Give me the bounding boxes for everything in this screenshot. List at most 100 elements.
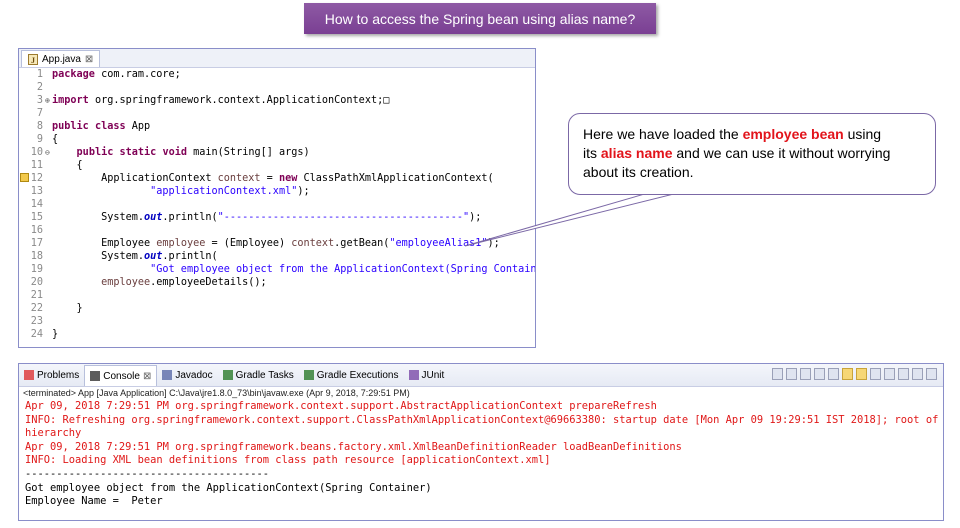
code-token: import	[52, 95, 89, 106]
terminate-icon[interactable]	[772, 368, 783, 380]
line-number: 12	[30, 173, 43, 184]
code-line[interactable]: 15 System.out.println("-----------------…	[19, 211, 535, 224]
line-number: 1	[36, 69, 43, 80]
open-console-icon[interactable]	[912, 368, 923, 380]
code-line[interactable]: 23	[19, 315, 535, 328]
show-on-error-icon[interactable]	[870, 368, 881, 380]
line-number: 20	[30, 277, 43, 288]
code-line[interactable]: 7	[19, 107, 535, 120]
code-token: main(String[] args)	[187, 147, 310, 158]
code-token: System.	[52, 251, 145, 262]
console-output[interactable]: Apr 09, 2018 7:29:51 PM org.springframew…	[19, 400, 943, 509]
tab-label: Gradle Tasks	[235, 369, 294, 381]
code-token: Employee	[52, 238, 157, 249]
code-token: );	[297, 186, 310, 197]
code-line[interactable]: 12 ApplicationContext context = new Clas…	[19, 172, 535, 185]
code-text: System.out.println(	[52, 250, 218, 263]
console-icon	[90, 371, 101, 381]
code-line[interactable]: 14	[19, 198, 535, 211]
code-token: = (Employee)	[205, 238, 292, 249]
pin-console-icon[interactable]	[884, 368, 895, 380]
console-view[interactable]: Problems Console ⊠ Javadoc Gradle Tasks Gradl…	[18, 363, 944, 521]
code-token: out	[144, 251, 163, 262]
scroll-lock-icon[interactable]	[828, 368, 839, 380]
code-line[interactable]: 9{	[19, 133, 535, 146]
line-number: 16	[30, 225, 43, 236]
code-text: {	[52, 159, 83, 172]
console-tab-bar: Problems Console ⊠ Javadoc Gradle Tasks Gradl…	[19, 364, 943, 387]
line-number: 24	[30, 329, 43, 340]
console-line: Apr 09, 2018 7:29:51 PM org.springframew…	[25, 400, 657, 412]
javadoc-icon	[162, 370, 173, 380]
junit-icon	[408, 370, 419, 380]
console-line: ---------------------------------------	[25, 467, 269, 480]
tab-label: Problems	[37, 369, 80, 381]
code-area[interactable]: 1 package com.ram.core; 2 3 ⊕ import org.spri…	[19, 68, 535, 347]
code-line[interactable]: 8 public class App	[19, 120, 535, 133]
view-menu-icon[interactable]	[926, 368, 937, 380]
tab-javadoc[interactable]: Javadoc	[157, 365, 217, 385]
console-line: hierarchy	[25, 427, 82, 440]
remove-all-icon[interactable]	[800, 368, 811, 380]
callout-highlight: employee bean	[742, 126, 844, 142]
code-token: employee	[156, 238, 206, 249]
code-token: class	[94, 121, 126, 132]
line-number: 19	[30, 264, 43, 275]
code-token: out	[144, 212, 163, 223]
code-token: {	[52, 160, 83, 171]
code-line[interactable]: 2	[19, 81, 535, 94]
banner-title: How to access the Spring bean using alia…	[324, 10, 636, 27]
code-text: ApplicationContext context = new ClassPa…	[52, 172, 494, 185]
code-line[interactable]: 16	[19, 224, 535, 237]
code-line[interactable]: 17 Employee employee = (Employee) contex…	[19, 237, 535, 250]
tab-label: Javadoc	[175, 369, 213, 381]
code-line[interactable]: 18 System.out.println(	[19, 250, 535, 263]
code-line[interactable]: 21	[19, 289, 535, 302]
tab-junit[interactable]: JUnit	[404, 365, 450, 385]
code-token: org.springframework.context.ApplicationC…	[88, 95, 384, 106]
code-text: "Got employee object from the Applicatio…	[52, 263, 535, 276]
code-line[interactable]: 20 employee.employeeDetails();	[19, 276, 535, 289]
tab-problems[interactable]: Problems	[19, 365, 84, 385]
code-line[interactable]: 19 "Got employee object from the Applica…	[19, 263, 535, 276]
tab-app-java[interactable]: J App.java ⊠	[21, 50, 101, 67]
code-token: com.ram.core;	[94, 69, 181, 80]
code-text: package com.ram.core;	[52, 68, 181, 81]
close-icon[interactable]: ⊠	[143, 371, 151, 382]
code-line[interactable]: 13 "applicationContext.xml");	[19, 185, 535, 198]
tab-console[interactable]: Console ⊠	[84, 365, 158, 386]
code-line[interactable]: 10 ⊖ public static void main(String[] arg…	[19, 146, 535, 159]
code-text: import org.springframework.context.Appli…	[52, 94, 389, 107]
display-console-icon[interactable]	[898, 368, 909, 380]
tab-gradle-executions[interactable]: Gradle Executions	[299, 365, 404, 385]
code-token: .println(	[162, 212, 218, 223]
tab-label: Console	[103, 370, 140, 382]
tab-label: Gradle Executions	[316, 369, 399, 381]
show-on-output-icon[interactable]	[856, 368, 867, 380]
code-line[interactable]: 24}	[19, 328, 535, 341]
code-line[interactable]: 22 }	[19, 302, 535, 315]
console-line: Employee Name = Peter	[25, 495, 163, 508]
code-token: App	[125, 121, 151, 132]
fold-toggle-icon[interactable]: ⊕	[45, 94, 51, 107]
close-icon[interactable]: ⊠	[85, 54, 93, 65]
code-token: {	[52, 134, 59, 145]
word-wrap-icon[interactable]	[842, 368, 853, 380]
code-line[interactable]: 11 {	[19, 159, 535, 172]
code-token: ApplicationContext	[52, 173, 218, 184]
code-token: public	[52, 121, 89, 132]
tab-gradle-tasks[interactable]: Gradle Tasks	[218, 365, 299, 385]
clear-console-icon[interactable]	[814, 368, 825, 380]
gradle-icon	[222, 370, 233, 380]
remove-launch-icon[interactable]	[786, 368, 797, 380]
code-line[interactable]: 1 package com.ram.core;	[19, 68, 535, 81]
gradle-icon	[303, 370, 314, 380]
code-editor[interactable]: J App.java ⊠ 1 package com.ram.core; 2 3 ⊕ im…	[18, 48, 536, 348]
code-text: }	[52, 328, 58, 341]
code-line[interactable]: 3 ⊕ import org.springframework.context.App…	[19, 94, 535, 107]
tab-label: App.java	[42, 53, 81, 65]
fold-toggle-icon[interactable]: ⊖	[45, 146, 51, 159]
line-number: 15	[30, 212, 43, 223]
code-token: =	[260, 173, 279, 184]
